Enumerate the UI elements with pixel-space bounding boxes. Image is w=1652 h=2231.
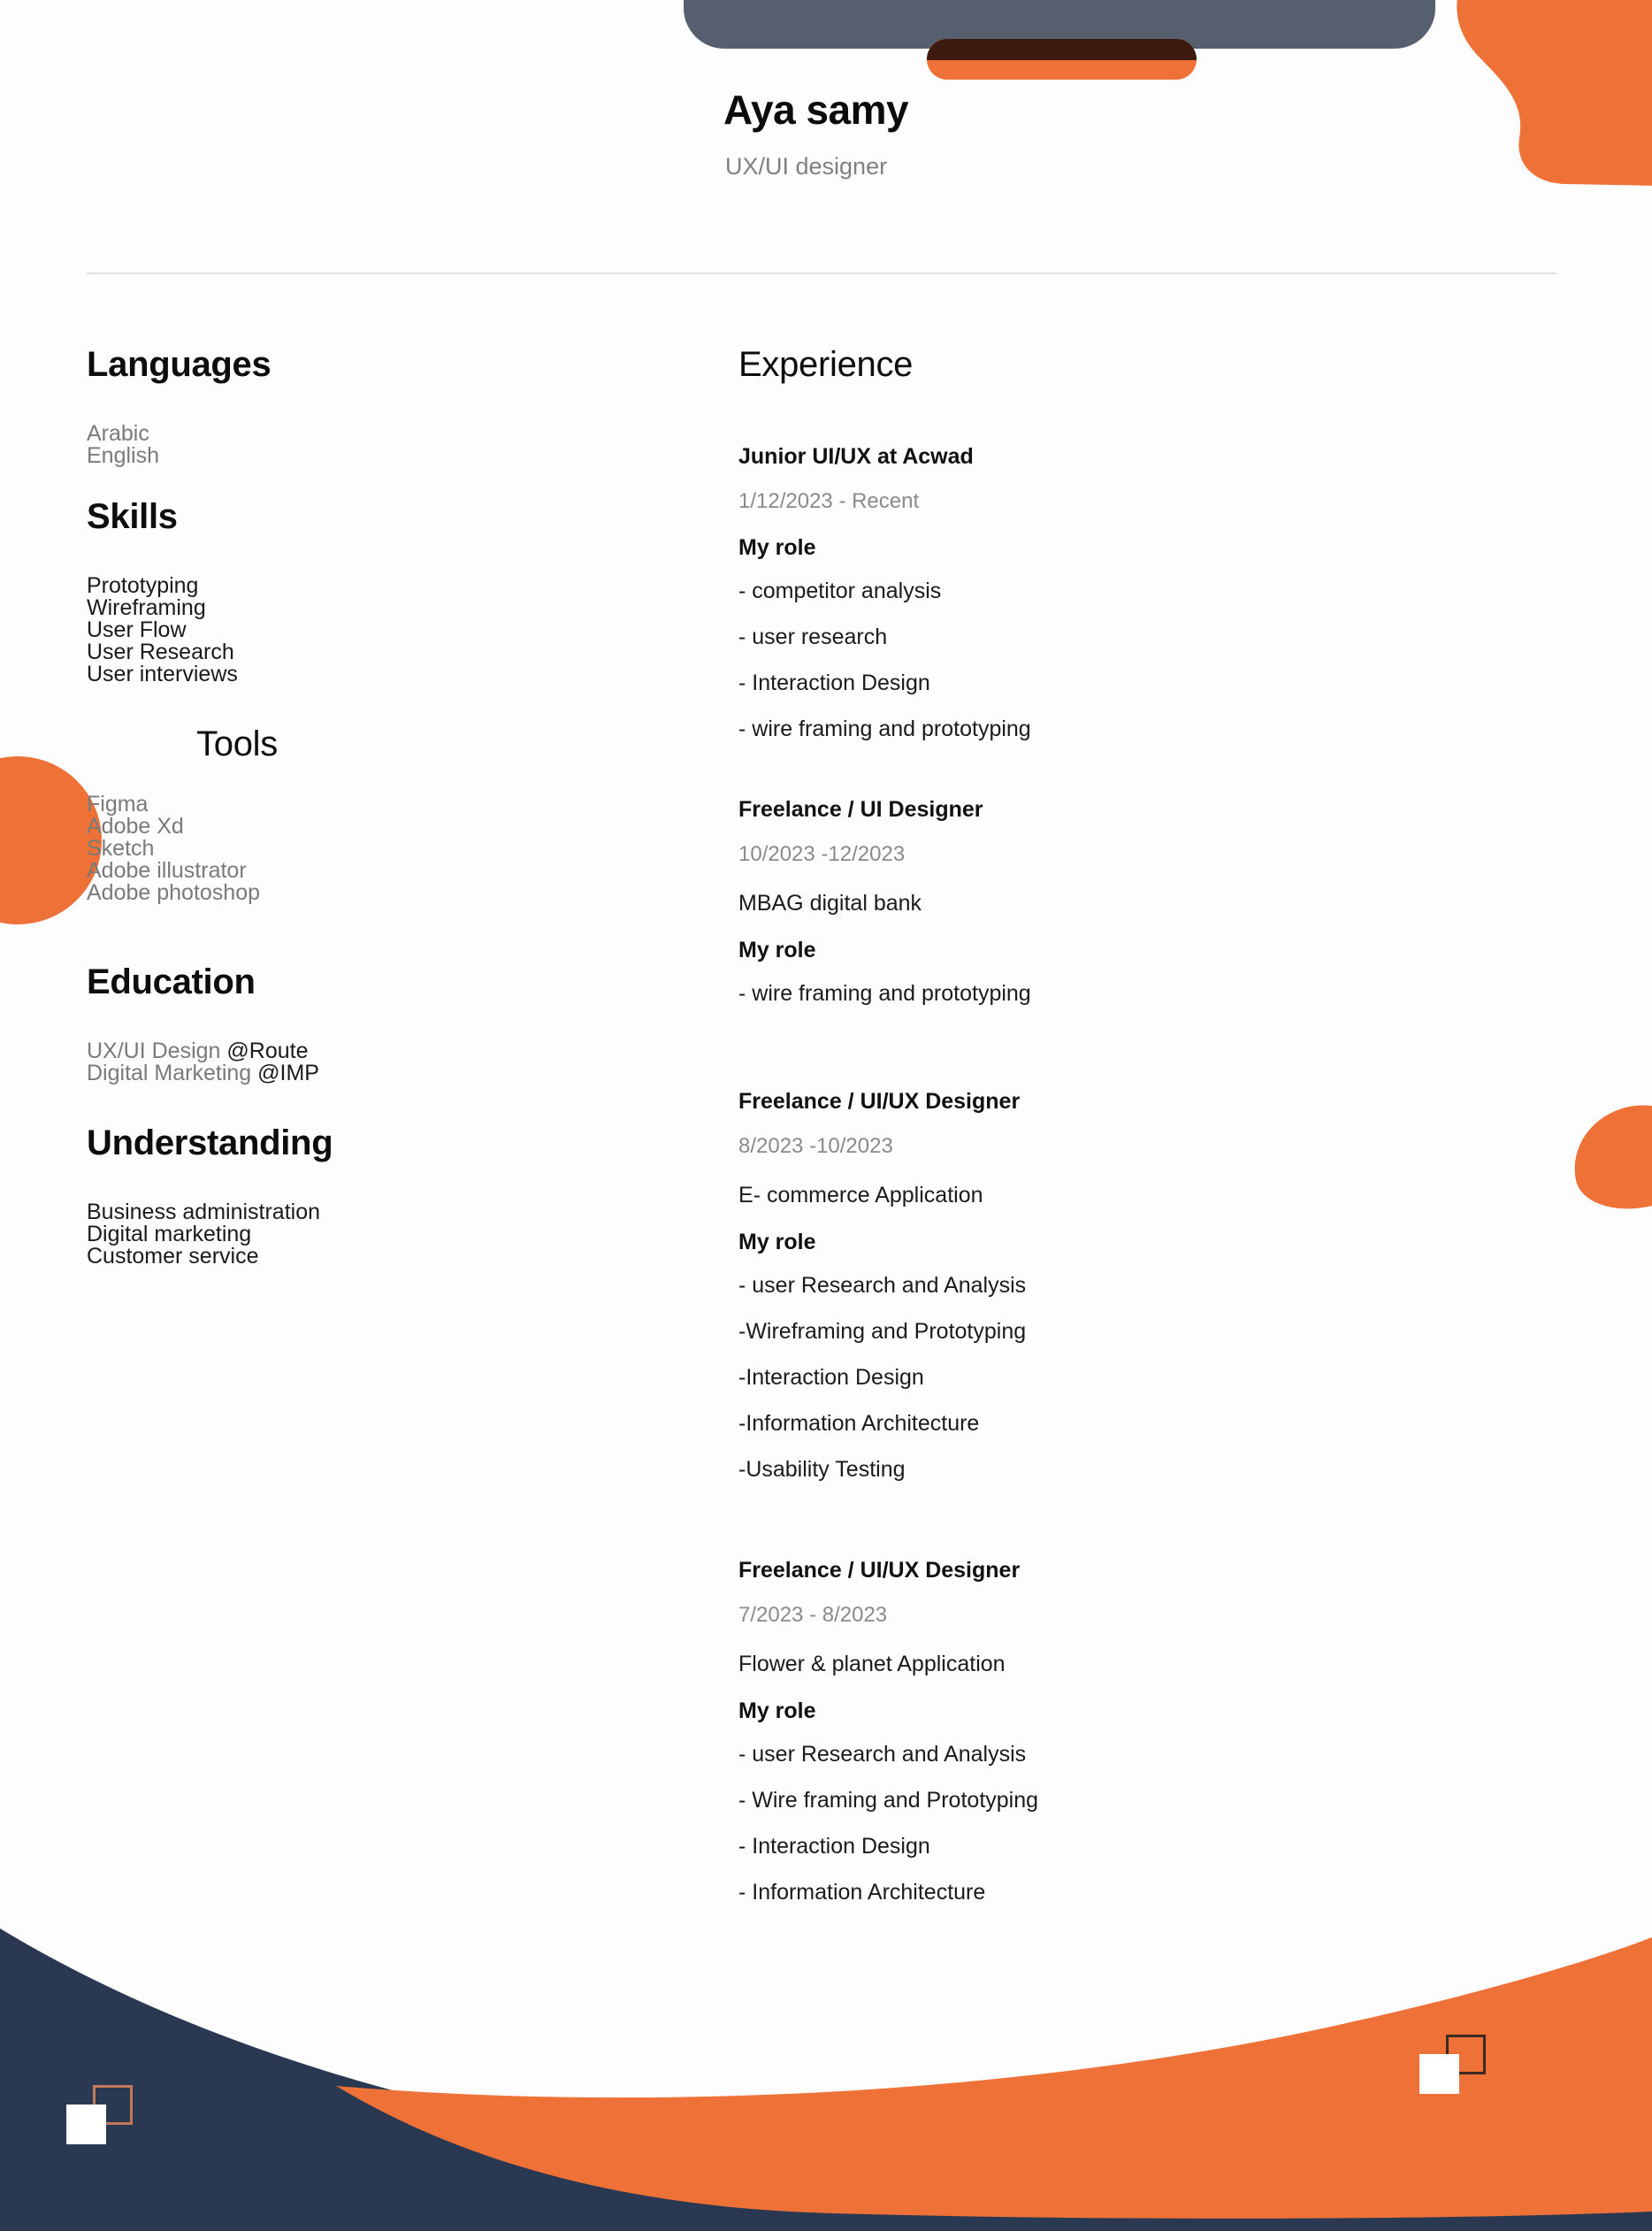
experience-project: MBAG digital bank <box>738 891 922 916</box>
understanding-list: Business administration Digital marketin… <box>87 1201 670 1268</box>
header-orange-bar <box>927 39 1197 80</box>
list-item: - Wire framing and Prototyping <box>738 1788 1039 1813</box>
education-school: @IMP <box>257 1061 319 1085</box>
header-divider <box>87 272 1556 274</box>
education-program: UX/UI Design <box>87 1039 227 1063</box>
experience-entry: Junior UI/UX at Acwad 1/12/2023 - Recent… <box>738 446 1534 740</box>
list-item: Adobe Xd <box>87 814 184 839</box>
experience-date: 10/2023 -12/2023 <box>738 842 906 866</box>
section-education: Education UX/UI Design @Route Digital Ma… <box>87 962 670 1085</box>
list-item: Digital Marketing @IMP <box>87 1062 670 1085</box>
list-item: -Usability Testing <box>738 1457 906 1482</box>
logo-square-solid-icon <box>66 2104 106 2144</box>
section-languages: Languages Arabic English <box>87 345 670 467</box>
languages-title: Languages <box>87 345 272 384</box>
list-item: -Interaction Design <box>738 1365 924 1390</box>
orange-blob-right <box>1563 1092 1652 1221</box>
list-item: -Wireframing and Prototyping <box>738 1319 1027 1344</box>
right-column: Experience Junior UI/UX at Acwad 1/12/20… <box>738 345 1534 1928</box>
skills-title: Skills <box>87 497 178 536</box>
tools-list: Figma Adobe Xd Sketch Adobe illustrator … <box>87 794 670 904</box>
logo-mark-bottom-left <box>66 2085 133 2151</box>
experience-date: 8/2023 -10/2023 <box>738 1134 893 1158</box>
orange-blob-top-right-icon <box>1396 0 1652 186</box>
header-bar-overlap <box>927 39 1197 60</box>
experience-myrole-label: My role <box>738 938 816 962</box>
tools-title: Tools <box>196 724 278 763</box>
experience-myrole-label: My role <box>738 1698 816 1723</box>
list-item: - wire framing and prototyping <box>738 981 1031 1006</box>
education-title: Education <box>87 962 256 1001</box>
understanding-title: Understanding <box>87 1123 333 1162</box>
list-item: User interviews <box>87 662 238 686</box>
list-item: - user research <box>738 625 888 649</box>
experience-date: 1/12/2023 - Recent <box>738 489 920 513</box>
list-item: Adobe photoshop <box>87 880 261 905</box>
list-item: Sketch <box>87 836 155 861</box>
list-item: User Flow <box>87 617 187 642</box>
list-item: - Interaction Design <box>738 1834 930 1859</box>
list-item: - competitor analysis <box>738 579 942 603</box>
experience-date: 7/2023 - 8/2023 <box>738 1603 888 1627</box>
logo-square-solid-icon <box>1419 2054 1459 2094</box>
experience-bullets: - wire framing and prototyping <box>738 983 1534 1005</box>
list-item: User Research <box>87 640 234 664</box>
experience-position: Junior UI/UX at Acwad <box>738 444 974 469</box>
experience-position: Freelance / UI Designer <box>738 797 983 822</box>
experience-entry: Freelance / UI Designer 10/2023 -12/2023… <box>738 799 1534 1005</box>
experience-title: Experience <box>738 345 914 384</box>
experience-entry: Freelance / UI/UX Designer 7/2023 - 8/20… <box>738 1560 1534 1904</box>
experience-project: Flower & planet Application <box>738 1652 1006 1676</box>
experience-bullets: - user Research and Analysis - Wire fram… <box>738 1744 1534 1904</box>
list-item: Prototyping <box>87 573 199 598</box>
experience-bullets: - user Research and Analysis -Wireframin… <box>738 1275 1534 1481</box>
experience-entry: Freelance / UI/UX Designer 8/2023 -10/20… <box>738 1091 1534 1481</box>
section-understanding: Understanding Business administration Di… <box>87 1123 670 1268</box>
section-skills: Skills Prototyping Wireframing User Flow… <box>87 497 670 686</box>
experience-project: E- commerce Application <box>738 1183 983 1208</box>
education-program: Digital Marketing <box>87 1061 258 1085</box>
list-item: - user Research and Analysis <box>738 1273 1027 1298</box>
list-item: English <box>87 443 159 468</box>
logo-mark-bottom-right <box>1419 2035 1486 2101</box>
experience-myrole-label: My role <box>738 1230 816 1254</box>
education-school: @Route <box>226 1039 309 1063</box>
list-item: Wireframing <box>87 595 206 620</box>
list-item: UX/UI Design @Route <box>87 1040 670 1062</box>
candidate-role: UX/UI designer <box>725 153 888 180</box>
education-list: UX/UI Design @Route Digital Marketing @I… <box>87 1040 670 1085</box>
list-item: - wire framing and prototyping <box>738 717 1031 741</box>
resume-page: Aya samy UX/UI designer Languages Arabic… <box>0 0 1652 2231</box>
experience-position: Freelance / UI/UX Designer <box>738 1558 1021 1583</box>
skills-list: Prototyping Wireframing User Flow User R… <box>87 575 670 686</box>
list-item: Figma <box>87 792 149 816</box>
left-column: Languages Arabic English Skills Prototyp… <box>87 345 670 1268</box>
list-item: - Interaction Design <box>738 671 930 695</box>
experience-bullets: - competitor analysis - user research - … <box>738 580 1534 740</box>
list-item: Digital marketing <box>87 1222 252 1246</box>
list-item: - user Research and Analysis <box>738 1742 1027 1767</box>
list-item: Arabic <box>87 421 149 446</box>
languages-list: Arabic English <box>87 423 670 467</box>
list-item: Adobe illustrator <box>87 858 247 883</box>
list-item: Customer service <box>87 1244 259 1269</box>
list-item: - Information Architecture <box>738 1880 986 1905</box>
header-gray-bar <box>684 0 1435 49</box>
candidate-name: Aya samy <box>723 87 909 133</box>
section-tools: Tools Figma Adobe Xd Sketch Adobe illust… <box>87 724 670 904</box>
list-item: Business administration <box>87 1200 321 1224</box>
experience-myrole-label: My role <box>738 535 816 560</box>
list-item: -Information Architecture <box>738 1411 980 1436</box>
experience-position: Freelance / UI/UX Designer <box>738 1089 1021 1114</box>
